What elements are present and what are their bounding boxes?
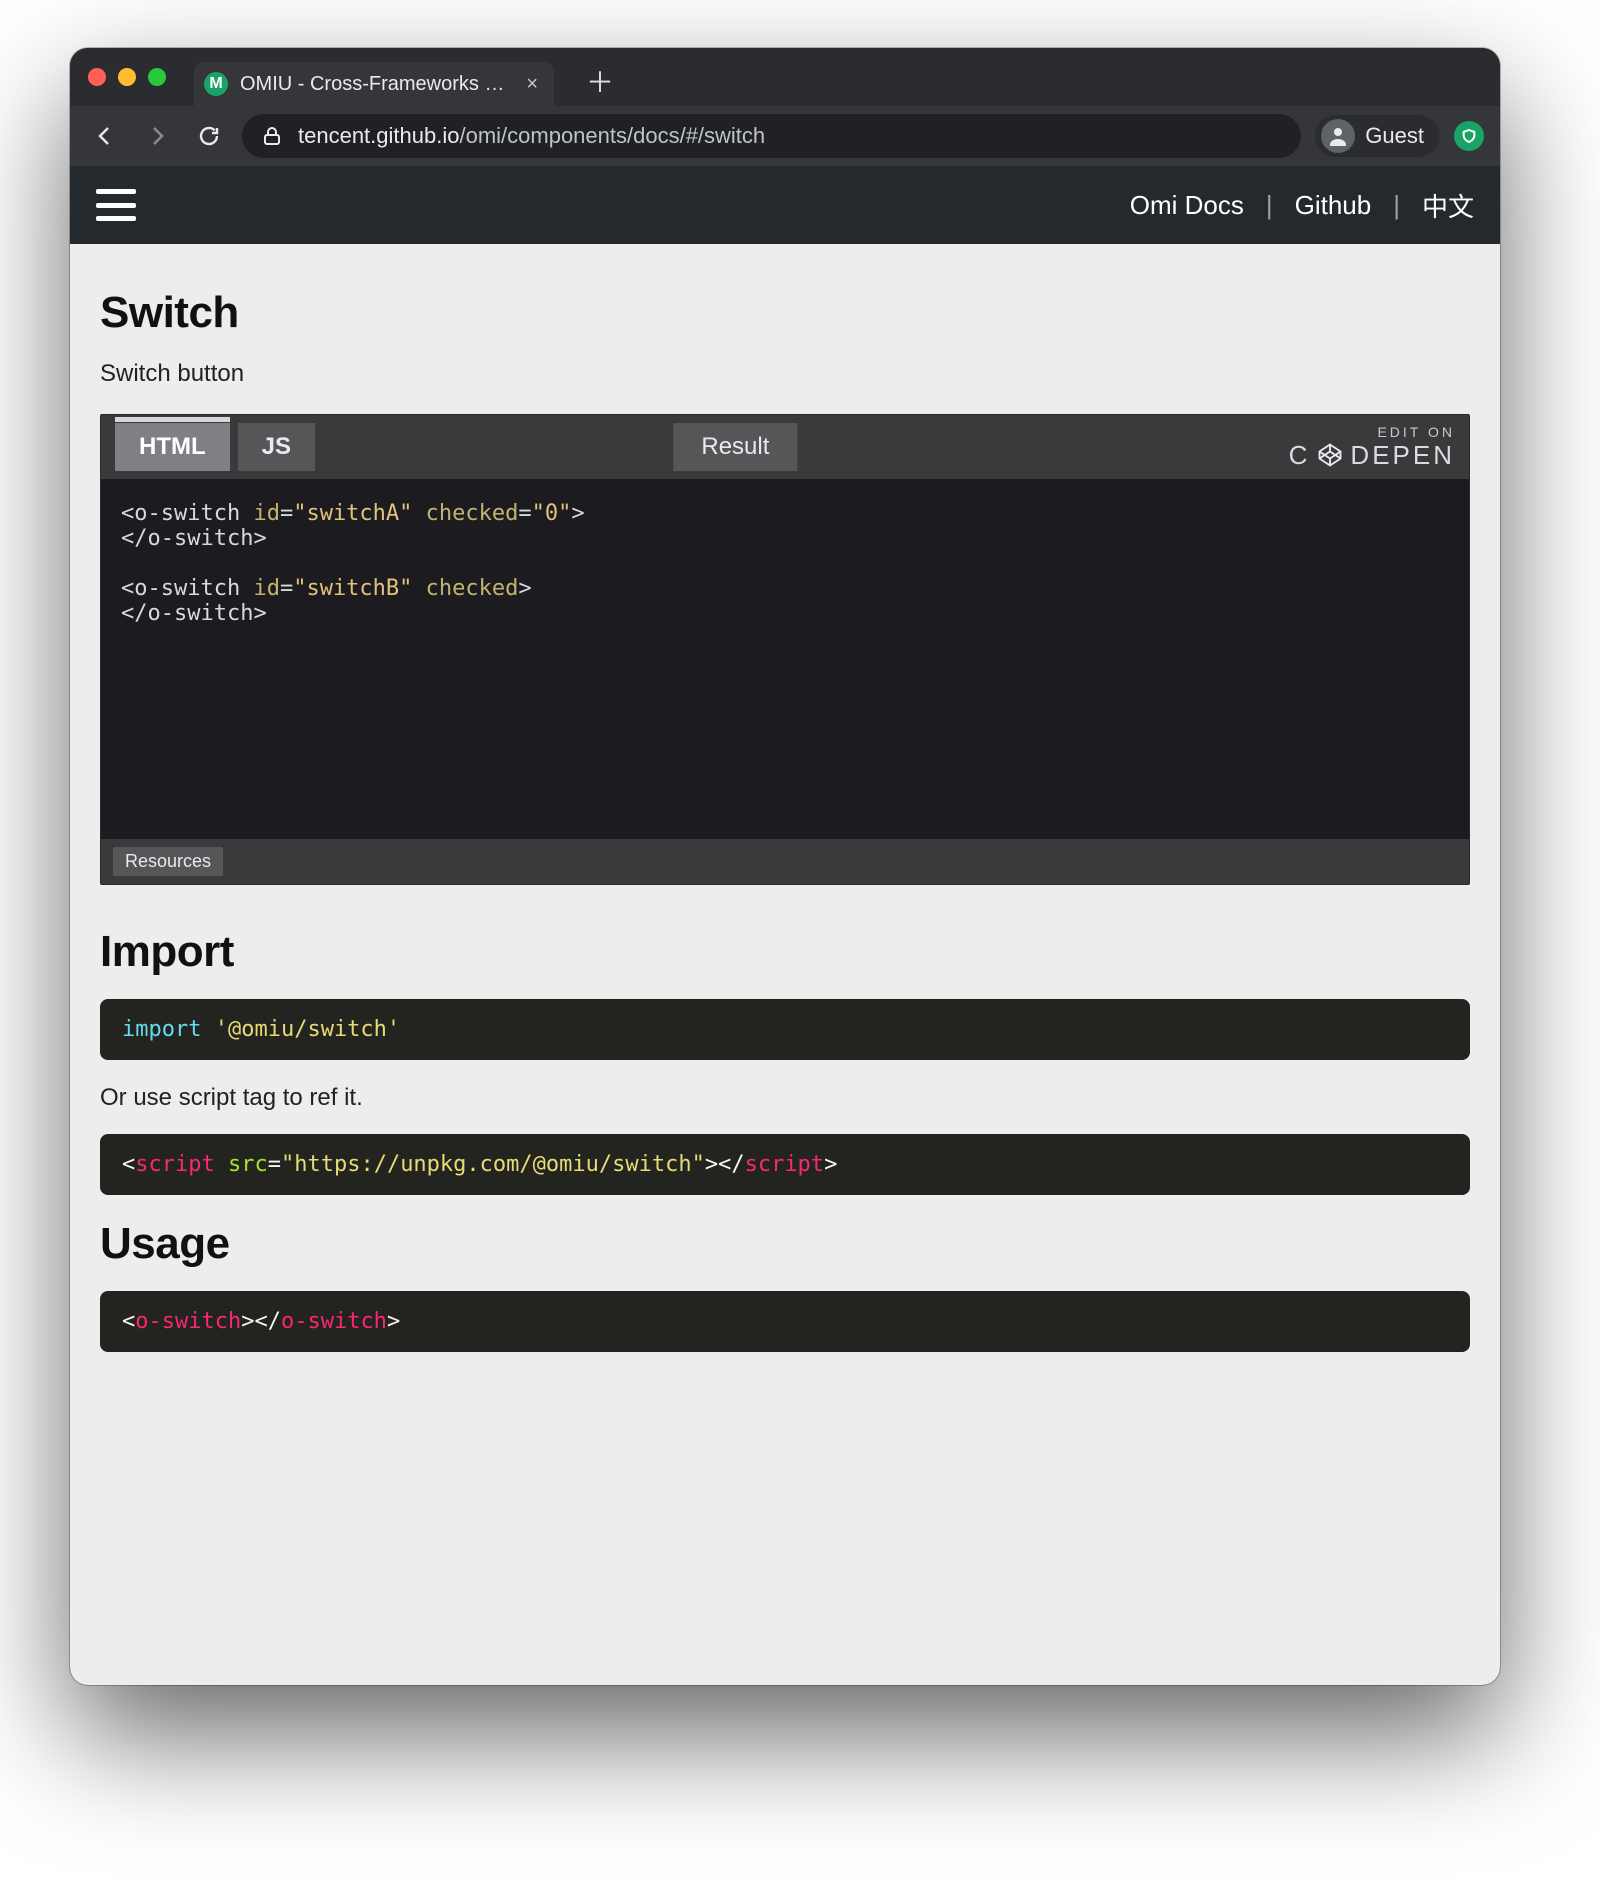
code-import[interactable]: import '@omiu/switch'	[100, 999, 1470, 1060]
page-scroll[interactable]: Switch Switch button HTML JS Result EDIT…	[70, 244, 1500, 1685]
tab-favicon: M	[204, 72, 228, 96]
browser-toolbar: tencent.github.io/omi/components/docs/#/…	[70, 106, 1500, 166]
codepen-tab-html[interactable]: HTML	[115, 423, 230, 471]
import-heading: Import	[100, 927, 1470, 977]
page-subtitle: Switch button	[100, 360, 1470, 388]
page-content: Switch Switch button HTML JS Result EDIT…	[70, 244, 1500, 1416]
window-traffic-lights	[88, 68, 166, 86]
codepen-code[interactable]: <o-switch id="switchA" checked="0"> </o-…	[101, 479, 1469, 839]
new-tab-button[interactable]: ＋	[586, 61, 614, 101]
codepen-tab-js[interactable]: JS	[238, 423, 315, 471]
profile-chip[interactable]: Guest	[1315, 115, 1440, 157]
usage-heading: Usage	[100, 1219, 1470, 1269]
arrow-right-icon	[145, 124, 169, 148]
arrow-left-icon	[93, 124, 117, 148]
lock-icon	[260, 124, 284, 148]
site-header: Omi Docs | Github | 中文	[70, 166, 1500, 244]
nav-separator: |	[1266, 190, 1273, 221]
import-note: Or use script tag to ref it.	[100, 1084, 1470, 1112]
back-button[interactable]	[86, 117, 124, 155]
window-zoom-button[interactable]	[148, 68, 166, 86]
codepen-tabbar: HTML JS Result EDIT ON C DEPEN	[101, 415, 1469, 479]
titlebar: M OMIU - Cross-Frameworks UI F × ＋	[70, 48, 1500, 106]
codepen-edit-on-label: EDIT ON	[1289, 424, 1455, 440]
codepen-logo: C DEPEN	[1289, 440, 1455, 471]
browser-window: M OMIU - Cross-Frameworks UI F × ＋ tence…	[70, 48, 1500, 1685]
codepen-resources-button[interactable]: Resources	[113, 847, 223, 876]
address-bar[interactable]: tencent.github.io/omi/components/docs/#/…	[242, 114, 1301, 158]
profile-label: Guest	[1365, 123, 1424, 149]
page-viewport: Omi Docs | Github | 中文 Switch Switch but…	[70, 166, 1500, 1685]
hamburger-icon	[96, 189, 136, 194]
reload-button[interactable]	[190, 117, 228, 155]
nav-link-chinese[interactable]: 中文	[1422, 187, 1474, 224]
window-close-button[interactable]	[88, 68, 106, 86]
code-usage[interactable]: <o-switch></o-switch>	[100, 1291, 1470, 1352]
header-nav: Omi Docs | Github | 中文	[1130, 187, 1474, 224]
window-minimize-button[interactable]	[118, 68, 136, 86]
shield-icon	[1461, 128, 1477, 144]
nav-link-omi-docs[interactable]: Omi Docs	[1130, 190, 1244, 221]
code-script-tag[interactable]: <script src="https://unpkg.com/@omiu/swi…	[100, 1134, 1470, 1195]
codepen-footer: Resources	[101, 839, 1469, 884]
nav-link-github[interactable]: Github	[1295, 190, 1372, 221]
avatar-icon	[1321, 119, 1355, 153]
tab-title: OMIU - Cross-Frameworks UI F	[240, 73, 514, 96]
codepen-cube-icon	[1316, 441, 1344, 469]
menu-button[interactable]	[96, 189, 136, 221]
page-title: Switch	[100, 288, 1470, 338]
url-text: tencent.github.io/omi/components/docs/#/…	[298, 123, 765, 149]
nav-separator: |	[1393, 190, 1400, 221]
tab-close-icon[interactable]: ×	[526, 73, 538, 96]
browser-tab[interactable]: M OMIU - Cross-Frameworks UI F ×	[194, 62, 554, 106]
reload-icon	[197, 124, 221, 148]
codepen-embed: HTML JS Result EDIT ON C DEPEN	[100, 414, 1470, 885]
forward-button[interactable]	[138, 117, 176, 155]
codepen-result-button[interactable]: Result	[673, 423, 797, 471]
person-icon	[1326, 124, 1350, 148]
extension-button[interactable]	[1454, 121, 1484, 151]
codepen-edit-on[interactable]: EDIT ON C DEPEN	[1289, 424, 1455, 471]
